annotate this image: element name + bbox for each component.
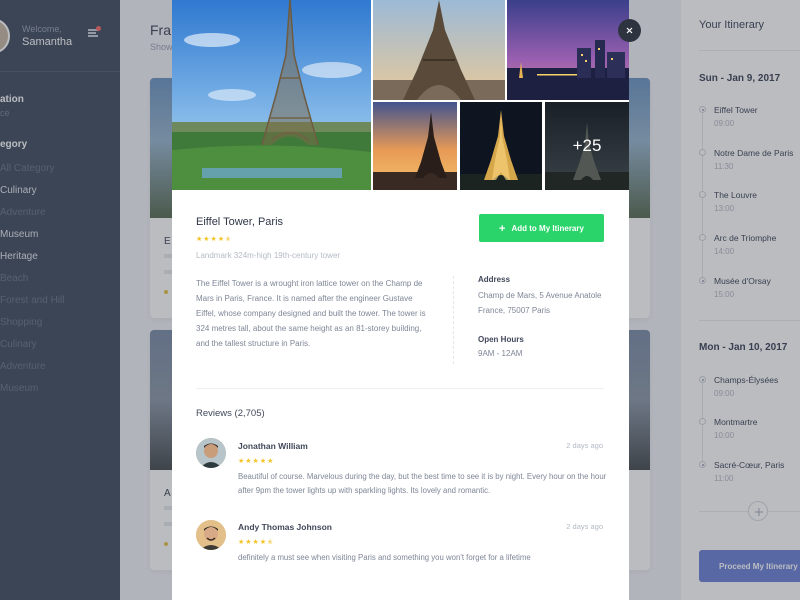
review-stars: ★★★★✭	[238, 539, 274, 546]
review-date: 2 days ago	[566, 441, 603, 450]
gallery-photo[interactable]	[460, 102, 542, 190]
reviews-title: Reviews (2,705)	[196, 408, 265, 419]
address-value: Champ de Mars, 5 Avenue Anatole France, …	[478, 291, 602, 315]
review-date: 2 days ago	[566, 522, 603, 531]
close-button[interactable]	[618, 19, 641, 42]
divider	[453, 276, 454, 364]
place-description: The Eiffel Tower is a wrought iron latti…	[196, 279, 426, 348]
add-to-itinerary-label: Add to My Itinerary	[511, 224, 584, 233]
reviewer-name: Jonathan William	[238, 441, 308, 451]
more-photos-count: +25	[545, 102, 629, 190]
review-text: definitely a must see when visiting Pari…	[238, 553, 531, 562]
plus-icon: +	[499, 223, 506, 235]
hours-label: Open Hours	[478, 335, 524, 344]
gallery-photo[interactable]	[373, 0, 505, 100]
address-label: Address	[478, 275, 511, 284]
place-detail-modal: +25 Eiffel Tower, Paris ★★★★✭ Landmark 3…	[172, 0, 629, 600]
rating-stars: ★★★★✭	[196, 236, 232, 243]
gallery-photo-main[interactable]	[172, 0, 371, 190]
gallery-more-photos[interactable]: +25	[545, 102, 629, 190]
gallery-photo[interactable]	[507, 0, 629, 100]
place-title: Eiffel Tower, Paris	[196, 216, 284, 228]
reviewer-name: Andy Thomas Johnson	[238, 522, 332, 532]
reviewer-avatar	[196, 520, 226, 550]
reviewer-avatar	[196, 438, 226, 468]
place-subtitle: Landmark 324m-high 19th-century tower	[196, 251, 341, 260]
close-icon	[626, 27, 633, 34]
gallery-photo[interactable]	[373, 102, 457, 190]
divider	[196, 388, 604, 389]
add-to-itinerary-button[interactable]: + Add to My Itinerary	[479, 214, 604, 242]
hours-value: 9AM - 12AM	[478, 349, 523, 358]
review-text: Beautiful of course. Marvelous during th…	[238, 472, 607, 495]
eiffel-tower-photo	[172, 0, 371, 190]
review-stars: ★★★★★	[238, 458, 275, 465]
